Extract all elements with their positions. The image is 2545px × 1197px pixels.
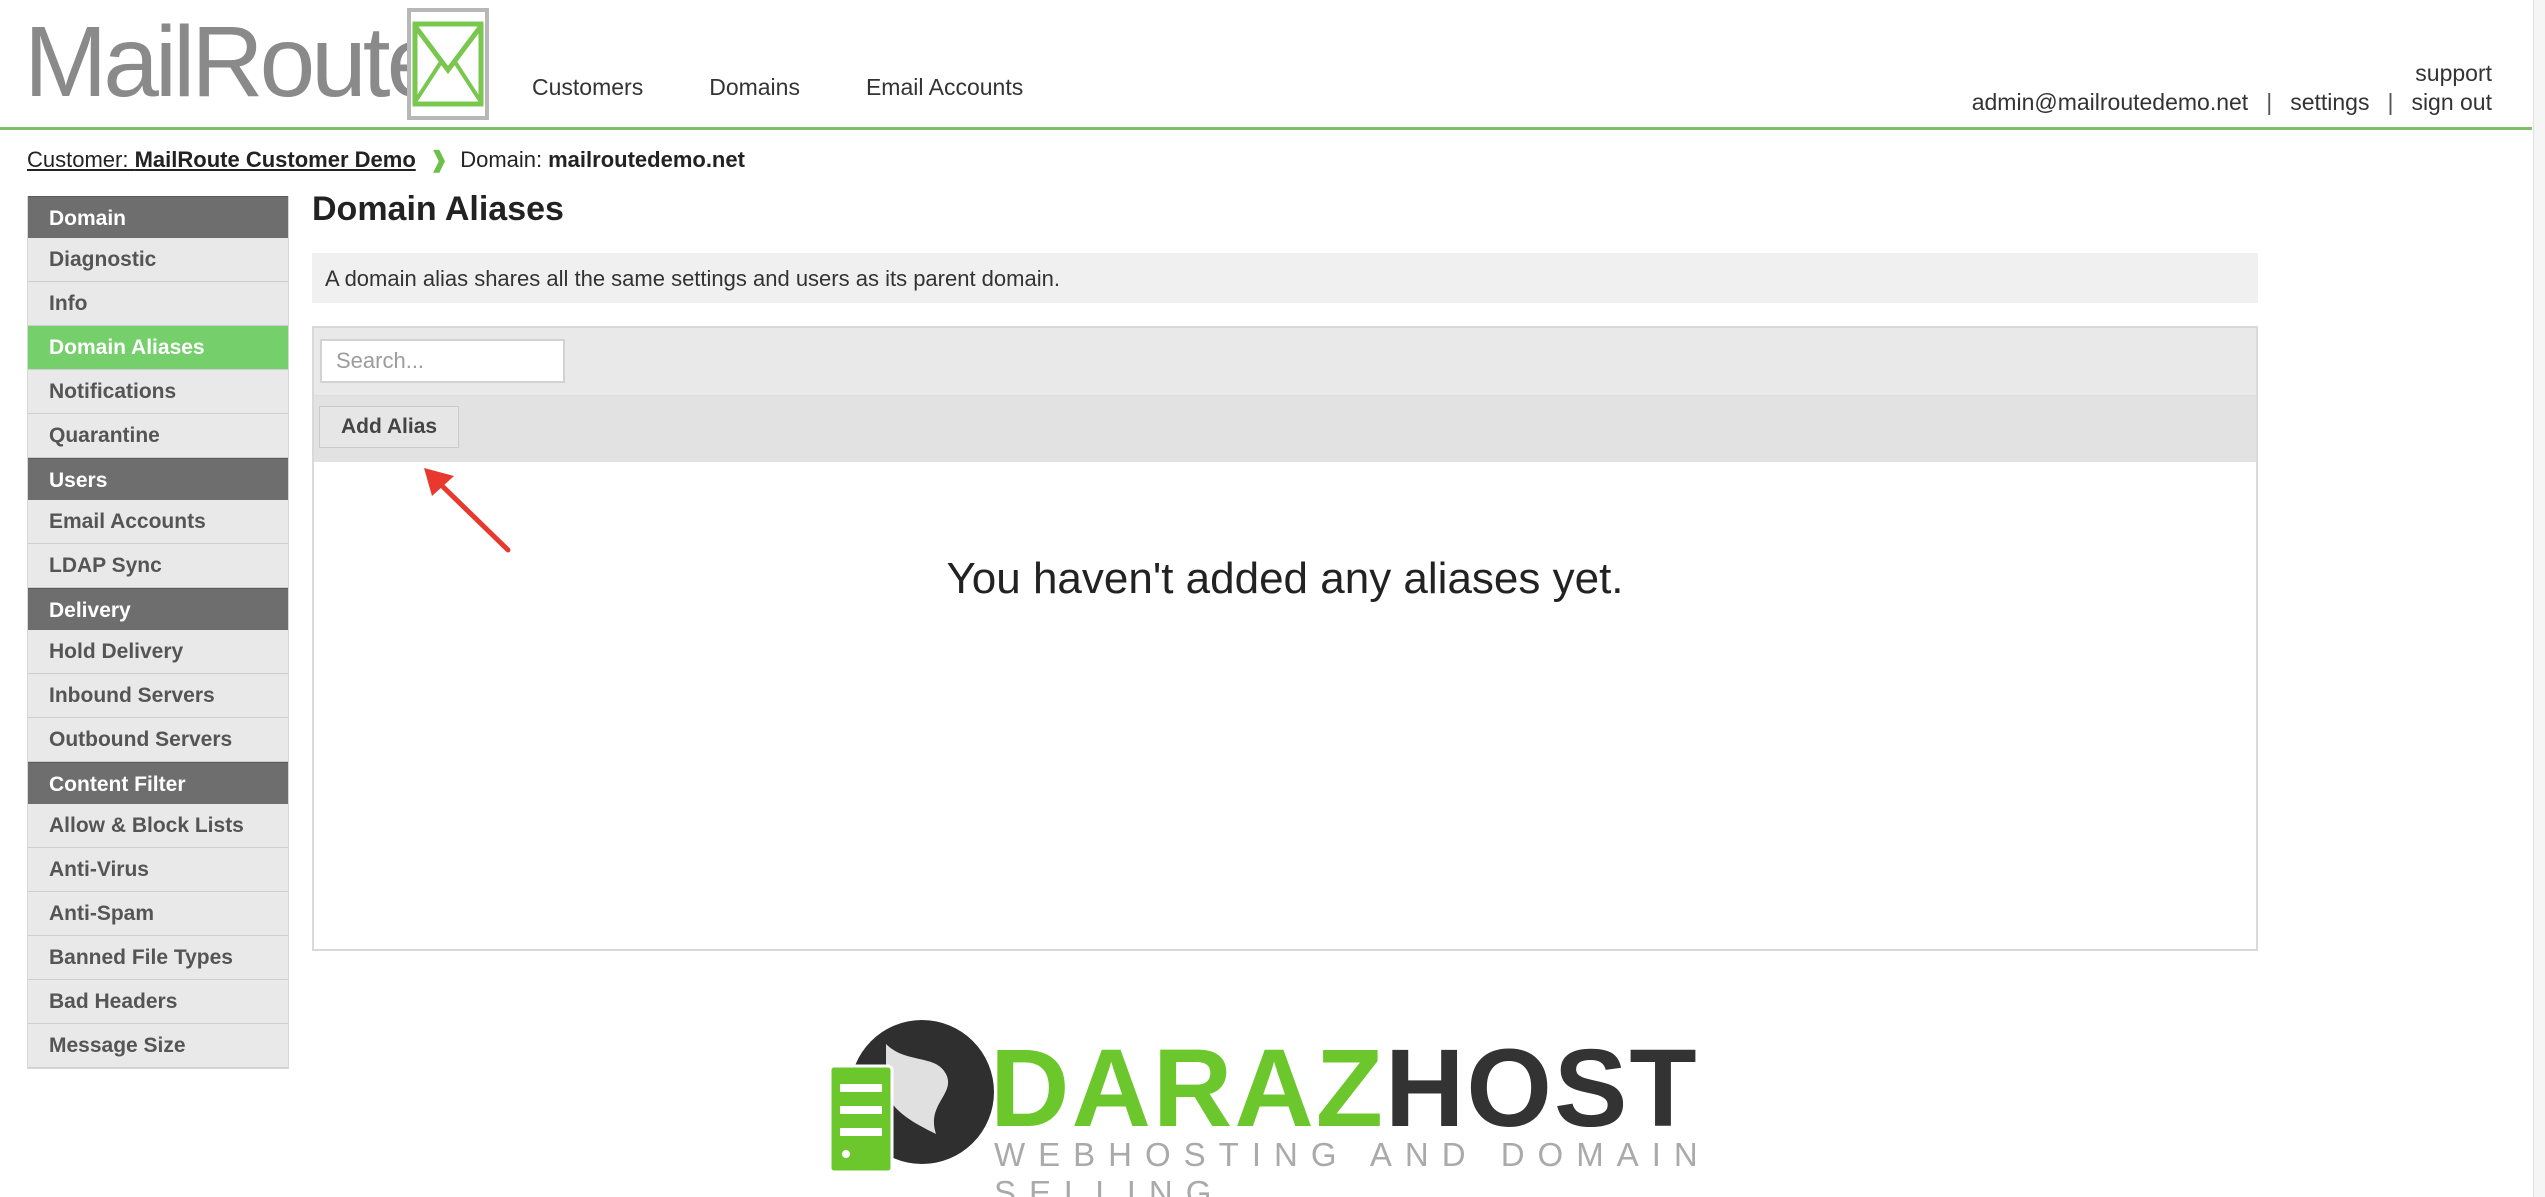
mailroute-logo[interactable]: MailRoute: [24, 8, 490, 122]
nav-email-accounts[interactable]: Email Accounts: [866, 74, 1023, 101]
support-link[interactable]: support: [2415, 60, 2492, 86]
watermark-text: DARAZHOST: [990, 1034, 1699, 1144]
sidebar-item-domain-aliases[interactable]: Domain Aliases: [28, 326, 288, 370]
sidebar-item-quarantine[interactable]: Quarantine: [28, 414, 288, 458]
chevron-right-icon: ❱: [429, 147, 449, 172]
breadcrumb-domain-label: Domain:: [460, 147, 543, 172]
vertical-scrollbar[interactable]: [2533, 0, 2545, 1197]
nav-customers[interactable]: Customers: [532, 74, 643, 101]
sidebar-item-hold-delivery[interactable]: Hold Delivery: [28, 630, 288, 674]
account-email[interactable]: admin@mailroutedemo.net: [1972, 89, 2248, 116]
watermark-tagline: WEBHOSTING AND DOMAIN SELLING: [994, 1136, 1711, 1197]
darazhost-watermark: DARAZHOST WEBHOSTING AND DOMAIN SELLING: [826, 1014, 1716, 1197]
sidebar-item-message-size[interactable]: Message Size: [28, 1024, 288, 1068]
logo-text: MailRoute: [24, 6, 442, 118]
watermark-part2: HOST: [1384, 1027, 1699, 1150]
sidebar: Domain Diagnostic Info Domain Aliases No…: [27, 196, 289, 1069]
envelope-icon: [407, 8, 489, 120]
settings-link[interactable]: settings: [2290, 89, 2369, 116]
sidebar-item-anti-spam[interactable]: Anti-Spam: [28, 892, 288, 936]
sidebar-section-content-filter: Content Filter: [28, 762, 288, 804]
sidebar-item-email-accounts[interactable]: Email Accounts: [28, 500, 288, 544]
sidebar-item-bad-headers[interactable]: Bad Headers: [28, 980, 288, 1024]
sidebar-item-banned-file-types[interactable]: Banned File Types: [28, 936, 288, 980]
search-input[interactable]: [320, 339, 565, 383]
info-message: A domain alias shares all the same setti…: [312, 253, 2258, 303]
aliases-panel: Add Alias You haven't added any aliases …: [312, 326, 2258, 951]
sidebar-item-diagnostic[interactable]: Diagnostic: [28, 238, 288, 282]
globe-server-icon: [828, 1020, 994, 1174]
header: MailRoute Customers Domains Email Accoun…: [0, 0, 2532, 130]
sign-out-link[interactable]: sign out: [2411, 89, 2492, 116]
separator: |: [2387, 89, 2394, 115]
breadcrumb-customer-label: Customer:: [27, 147, 129, 172]
sidebar-item-allow-block-lists[interactable]: Allow & Block Lists: [28, 804, 288, 848]
sidebar-item-inbound-servers[interactable]: Inbound Servers: [28, 674, 288, 718]
breadcrumb-customer-name: MailRoute Customer Demo: [134, 147, 416, 172]
nav-domains[interactable]: Domains: [709, 74, 800, 101]
sidebar-item-info[interactable]: Info: [28, 282, 288, 326]
sidebar-item-ldap-sync[interactable]: LDAP Sync: [28, 544, 288, 588]
page: MailRoute Customers Domains Email Accoun…: [0, 0, 2545, 1197]
sidebar-item-anti-virus[interactable]: Anti-Virus: [28, 848, 288, 892]
sidebar-section-users: Users: [28, 458, 288, 500]
sidebar-item-notifications[interactable]: Notifications: [28, 370, 288, 414]
sidebar-section-domain: Domain: [28, 196, 288, 238]
sidebar-item-outbound-servers[interactable]: Outbound Servers: [28, 718, 288, 762]
empty-state-message: You haven't added any aliases yet.: [946, 554, 1624, 603]
add-alias-button[interactable]: Add Alias: [319, 406, 460, 448]
breadcrumb-customer[interactable]: Customer: MailRoute Customer Demo: [27, 147, 416, 173]
watermark-part1: DARAZ: [990, 1027, 1385, 1150]
page-title: Domain Aliases: [312, 190, 564, 228]
breadcrumb-domain-name: mailroutedemo.net: [548, 147, 745, 172]
top-nav: Customers Domains Email Accounts: [532, 74, 1023, 101]
breadcrumb: Customer: MailRoute Customer Demo ❱ Doma…: [27, 147, 745, 173]
panel-actions: Add Alias: [314, 396, 2256, 462]
search-bar: [314, 328, 2256, 396]
user-nav: support admin@mailroutedemo.net | settin…: [1972, 60, 2492, 116]
sidebar-section-delivery: Delivery: [28, 588, 288, 630]
annotation-arrow-icon: [424, 468, 511, 553]
separator: |: [2266, 89, 2273, 115]
